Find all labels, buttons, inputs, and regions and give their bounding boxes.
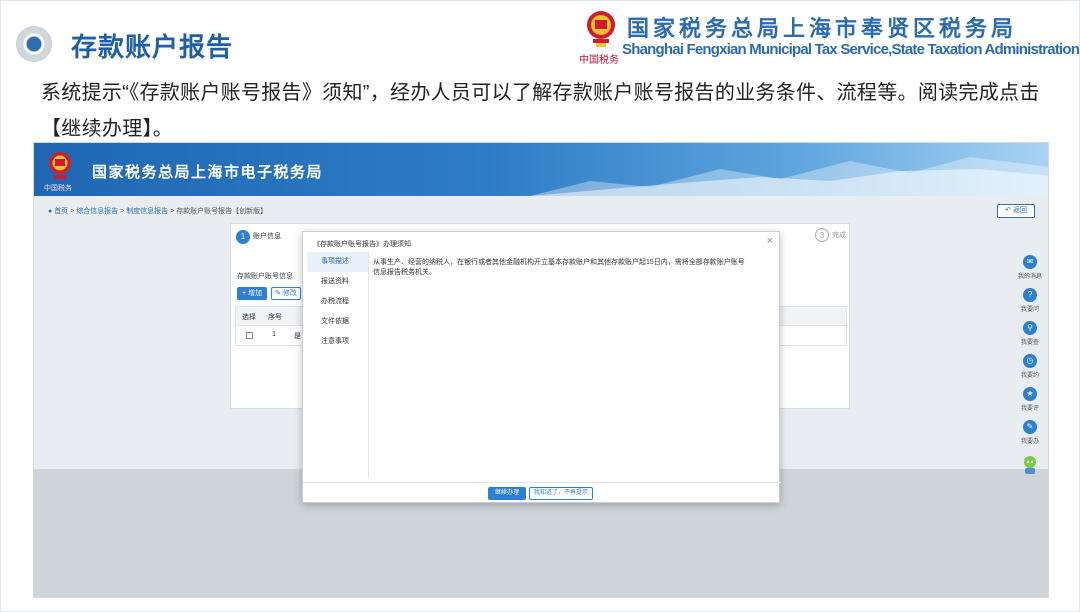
rail-label: 我要办 (1020, 439, 1039, 445)
breadcrumb-separator: > (120, 208, 125, 215)
rail-item-messages[interactable]: ✉ 我的消息 (1012, 255, 1048, 280)
search-icon: ⚲ (1023, 321, 1037, 335)
tax-bureau-brand: 中国税务 国家税务总局上海市奉贤区税务局 Shanghai Fengxian M… (577, 7, 1080, 66)
slide-title: 存款账户报告 (71, 32, 234, 62)
step-3-indicator: 3 (815, 228, 829, 242)
rail-label: 我要问 (1020, 307, 1039, 313)
rail-label: 我要约 (1020, 373, 1039, 379)
modal-tab-process[interactable]: 办税流程 (307, 292, 368, 312)
breadcrumb-separator: > (70, 208, 75, 215)
rating-icon: ★ (1023, 387, 1037, 401)
rail-item-rate[interactable]: ★ 我要评 (1012, 387, 1048, 412)
handle-icon: ✎ (1023, 420, 1037, 434)
breadcrumb-home[interactable]: 首页 (54, 208, 68, 215)
breadcrumb-item-1[interactable]: 综合信息报告 (76, 208, 118, 215)
etax-screenshot: 中国税务 国家税务总局上海市电子税务局 ● 首页 > 综合信息报告 > 制度信息… (33, 142, 1049, 598)
close-icon[interactable]: × (767, 235, 773, 247)
back-button-label: 返回 (1012, 207, 1027, 214)
modal-tab-documents[interactable]: 文件依据 (307, 312, 368, 332)
modal-body-text: 从事生产、经营的纳税人，在银行或者其他金融机构开立基本存款账户和其他存款账户起1… (373, 259, 745, 276)
brand-name-en: Shanghai Fengxian Municipal Tax Service,… (622, 41, 1080, 58)
modal-footer: 继续办理 我知道了，不再提示 (303, 482, 781, 502)
banner-emblem-icon (49, 152, 71, 179)
continue-button[interactable]: 继续办理 (488, 487, 526, 500)
emblem-caption: 中国税务 (579, 55, 619, 66)
modal-title: 《存款账户账号报告》办理须知 (313, 241, 411, 248)
notice-modal: 《存款账户账号报告》办理须知 × 事项描述 报送资料 办税流程 文件依据 注意事… (302, 231, 781, 503)
slide-description: 系统提示“《存款账户账号报告》须知”，经办人员可以了解存款账户账号报告的业务条件… (41, 82, 1040, 140)
back-arrow-icon: ↶ (1005, 207, 1011, 214)
row-index: 1 (272, 331, 276, 338)
dont-show-again-button[interactable]: 我知道了，不再提示 (529, 487, 593, 500)
step-1-indicator: 1 (236, 230, 250, 244)
modal-tab-list: 事项描述 报送资料 办税流程 文件依据 注意事项 (307, 252, 369, 478)
back-button[interactable]: ↶ 返回 (997, 204, 1035, 218)
rail-item-appointment[interactable]: ◷ 我要约 (1012, 354, 1048, 379)
title-bullet-icon (17, 27, 51, 61)
breadcrumb-current: 存款账户账号报告【创新版】 (176, 208, 268, 215)
edit-icon: ✎ (275, 290, 281, 297)
modal-tab-notes[interactable]: 注意事项 (307, 332, 368, 352)
great-wall-graphic (530, 157, 1048, 196)
slide: 存款账户报告 中国税务 国家税务总局上海市奉贤区税务局 Shanghai Fen… (0, 0, 1080, 612)
robot-icon (1024, 456, 1036, 474)
rail-item-handle[interactable]: ✎ 我要办 (1012, 420, 1048, 445)
rail-label: 我的消息 (1017, 274, 1042, 280)
add-button[interactable]: + 增加 (237, 287, 267, 300)
step-1-label: 账户信息 (253, 233, 281, 240)
modal-tab-materials[interactable]: 报送资料 (307, 272, 368, 292)
assistant-robot-icon[interactable] (1012, 455, 1048, 480)
edit-button-label: 修改 (282, 290, 297, 297)
breadcrumb-item-2[interactable]: 制度信息报告 (126, 208, 168, 215)
modal-tab-description[interactable]: 事项描述 (307, 252, 368, 272)
step-3-label: 完成 (832, 232, 846, 239)
column-header-index: 序号 (268, 314, 282, 321)
section-label: 存款账户账号信息 (237, 273, 293, 280)
message-icon: ✉ (1023, 255, 1037, 269)
column-header-select: 选择 (242, 314, 256, 321)
etax-banner: 中国税务 国家税务总局上海市电子税务局 (34, 143, 1048, 196)
row-checkbox[interactable] (246, 332, 253, 339)
rail-label: 我要评 (1020, 406, 1039, 412)
appointment-icon: ◷ (1023, 354, 1037, 368)
rail-item-search[interactable]: ⚲ 我要查 (1012, 321, 1048, 346)
banner-emblem-caption: 中国税务 (44, 185, 72, 192)
etax-site-title: 国家税务总局上海市电子税务局 (92, 164, 324, 181)
edit-button[interactable]: ✎ 修改 (271, 287, 301, 300)
breadcrumb: ● 首页 > 综合信息报告 > 制度信息报告 > 存款账户账号报告【创新版】 (48, 206, 267, 216)
tax-emblem-icon (587, 11, 615, 47)
location-pin-icon: ● (48, 208, 53, 215)
rail-label: 我要查 (1020, 340, 1039, 346)
rail-item-ask[interactable]: ? 我要问 (1012, 288, 1048, 313)
brand-name-cn: 国家税务总局上海市奉贤区税务局 (627, 17, 1018, 42)
row-cell-partial: 是 (294, 333, 301, 340)
breadcrumb-separator: > (170, 208, 175, 215)
question-icon: ? (1023, 288, 1037, 302)
